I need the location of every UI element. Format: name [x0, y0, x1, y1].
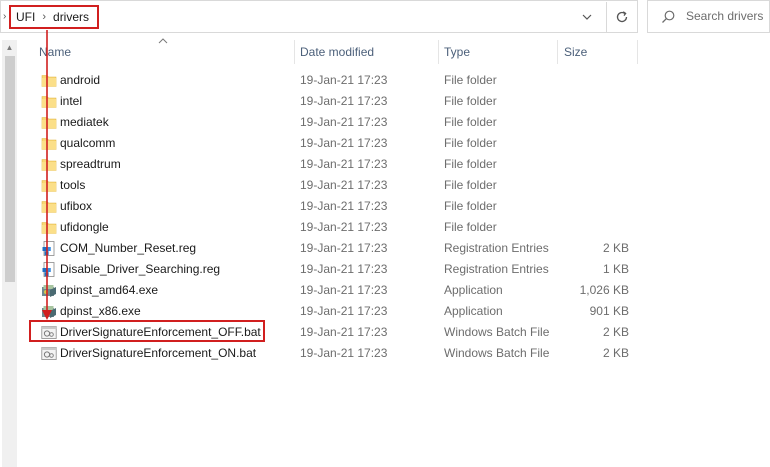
- breadcrumb-drivers[interactable]: drivers: [53, 10, 89, 24]
- file-name[interactable]: ufibox: [60, 199, 92, 213]
- file-date-modified: 19-Jan-21 17:23: [300, 304, 388, 318]
- file-type: Application: [444, 283, 503, 297]
- file-name[interactable]: DriverSignatureEnforcement_ON.bat: [60, 346, 256, 360]
- file-row-qualcomm[interactable]: qualcomm 19-Jan-21 17:23 File folder: [0, 133, 770, 154]
- file-size: 2 KB: [602, 241, 629, 255]
- column-header-name-label: Name: [39, 45, 72, 59]
- column-divider[interactable]: [557, 40, 558, 64]
- installer-app-icon: [41, 283, 57, 298]
- column-header-type[interactable]: Type: [444, 40, 557, 64]
- file-name[interactable]: android: [60, 73, 100, 87]
- file-date-modified: 19-Jan-21 17:23: [300, 325, 388, 339]
- file-row-com-number-reset-reg[interactable]: COM_Number_Reset.reg 19-Jan-21 17:23 Regis…: [0, 238, 770, 259]
- column-divider[interactable]: [438, 40, 439, 64]
- column-header-date[interactable]: Date modified: [300, 40, 438, 64]
- file-size: 2 KB: [602, 325, 629, 339]
- batch-file-icon: [41, 346, 57, 361]
- file-type: File folder: [444, 220, 497, 234]
- file-name[interactable]: tools: [60, 178, 85, 192]
- file-size: 1 KB: [602, 262, 629, 276]
- file-date-modified: 19-Jan-21 17:23: [300, 94, 388, 108]
- refresh-icon[interactable]: [611, 7, 633, 27]
- file-type: File folder: [444, 157, 497, 171]
- file-row-disable-driver-searching-reg[interactable]: Disable_Driver_Searching.reg 19-Jan-21 17…: [0, 259, 770, 280]
- file-size: 1,026 KB: [579, 283, 629, 297]
- file-date-modified: 19-Jan-21 17:23: [300, 136, 388, 150]
- file-name[interactable]: COM_Number_Reset.reg: [60, 241, 196, 255]
- column-header-type-label: Type: [444, 45, 471, 59]
- folder-icon: [41, 199, 57, 214]
- breadcrumb[interactable]: UFI › drivers: [9, 5, 99, 29]
- file-type: File folder: [444, 115, 497, 129]
- file-row-mediatek[interactable]: mediatek 19-Jan-21 17:23 File folder: [0, 112, 770, 133]
- search-box[interactable]: [647, 0, 770, 33]
- file-type: File folder: [444, 94, 497, 108]
- folder-icon: [41, 94, 57, 109]
- folder-icon: [41, 157, 57, 172]
- installer-app-icon: [41, 304, 57, 319]
- file-type: File folder: [444, 199, 497, 213]
- file-type: Windows Batch File: [444, 346, 550, 360]
- search-input[interactable]: [686, 9, 770, 23]
- address-left-chevron-icon: ›: [3, 11, 7, 22]
- breadcrumb-ufi[interactable]: UFI: [16, 10, 35, 24]
- address-divider: [606, 2, 607, 33]
- file-row-ufidongle[interactable]: ufidongle 19-Jan-21 17:23 File folder: [0, 217, 770, 238]
- search-icon: [660, 9, 676, 25]
- file-date-modified: 19-Jan-21 17:23: [300, 346, 388, 360]
- file-type: Registration Entries: [444, 262, 549, 276]
- file-size: 2 KB: [602, 346, 629, 360]
- file-name[interactable]: dpinst_amd64.exe: [60, 283, 158, 297]
- file-row-dpinst-x86-exe[interactable]: dpinst_x86.exe 19-Jan-21 17:23 Application…: [0, 301, 770, 322]
- chevron-down-icon[interactable]: [577, 7, 597, 27]
- file-row-dpinst-amd64-exe[interactable]: dpinst_amd64.exe 19-Jan-21 17:23 Applicati…: [0, 280, 770, 301]
- file-name[interactable]: Disable_Driver_Searching.reg: [60, 262, 220, 276]
- file-date-modified: 19-Jan-21 17:23: [300, 157, 388, 171]
- file-name[interactable]: mediatek: [60, 115, 109, 129]
- address-bar[interactable]: › UFI › drivers: [0, 0, 638, 33]
- folder-icon: [41, 136, 57, 151]
- file-name[interactable]: dpinst_x86.exe: [60, 304, 141, 318]
- file-date-modified: 19-Jan-21 17:23: [300, 262, 388, 276]
- folder-icon: [41, 73, 57, 88]
- file-row-intel[interactable]: intel 19-Jan-21 17:23 File folder: [0, 91, 770, 112]
- column-header-name[interactable]: Name: [39, 40, 294, 64]
- column-header-size-label: Size: [564, 45, 588, 59]
- registry-file-icon: [41, 241, 57, 256]
- file-type: Registration Entries: [444, 241, 549, 255]
- column-divider[interactable]: [294, 40, 295, 64]
- file-date-modified: 19-Jan-21 17:23: [300, 220, 388, 234]
- folder-icon: [41, 220, 57, 235]
- file-date-modified: 19-Jan-21 17:23: [300, 178, 388, 192]
- breadcrumb-separator-icon[interactable]: ›: [42, 11, 46, 23]
- file-date-modified: 19-Jan-21 17:23: [300, 199, 388, 213]
- file-type: File folder: [444, 178, 497, 192]
- file-date-modified: 19-Jan-21 17:23: [300, 73, 388, 87]
- file-type: File folder: [444, 136, 497, 150]
- file-name[interactable]: spreadtrum: [60, 157, 121, 171]
- file-row-tools[interactable]: tools 19-Jan-21 17:23 File folder: [0, 175, 770, 196]
- file-row-spreadtrum[interactable]: spreadtrum 19-Jan-21 17:23 File folder: [0, 154, 770, 175]
- file-type: File folder: [444, 73, 497, 87]
- file-type: Windows Batch File: [444, 325, 550, 339]
- column-header-date-label: Date modified: [300, 45, 375, 59]
- annotation-highlight-box: [29, 320, 265, 342]
- file-name[interactable]: ufidongle: [60, 220, 109, 234]
- file-date-modified: 19-Jan-21 17:23: [300, 115, 388, 129]
- file-name[interactable]: intel: [60, 94, 82, 108]
- file-row-driversignatureenforcement-on-bat[interactable]: DriverSignatureEnforcement_ON.bat 19-Jan-…: [0, 343, 770, 364]
- column-divider[interactable]: [637, 40, 638, 64]
- registry-file-icon: [41, 262, 57, 277]
- scroll-up-arrow-icon[interactable]: ▲: [2, 40, 17, 55]
- file-name[interactable]: qualcomm: [60, 136, 115, 150]
- file-date-modified: 19-Jan-21 17:23: [300, 283, 388, 297]
- file-size: 901 KB: [589, 304, 629, 318]
- folder-icon: [41, 178, 57, 193]
- folder-icon: [41, 115, 57, 130]
- file-date-modified: 19-Jan-21 17:23: [300, 241, 388, 255]
- file-row-android[interactable]: android 19-Jan-21 17:23 File folder: [0, 70, 770, 91]
- file-row-ufibox[interactable]: ufibox 19-Jan-21 17:23 File folder: [0, 196, 770, 217]
- column-header-size[interactable]: Size: [564, 40, 637, 64]
- file-type: Application: [444, 304, 503, 318]
